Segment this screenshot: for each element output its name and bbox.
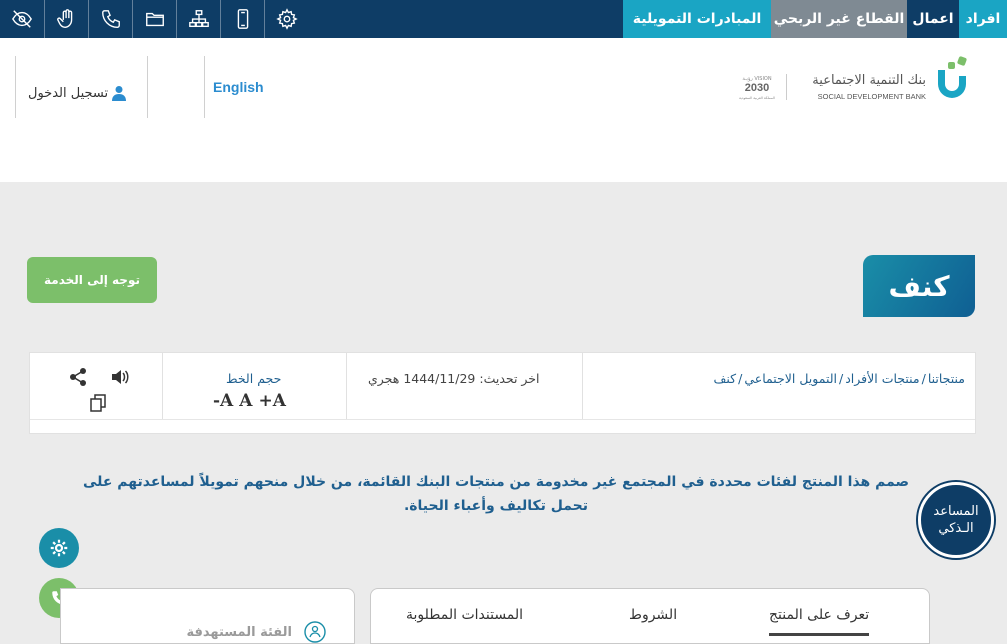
target-group-panel: الفئة المستهدفة	[60, 588, 355, 644]
utility-icons	[0, 0, 308, 38]
segment-tab-nonprofit[interactable]: القطاع غير الربحي	[771, 0, 907, 38]
tab-conditions[interactable]: الشروط	[629, 607, 677, 623]
info-divider	[162, 353, 163, 419]
share-icon[interactable]	[68, 367, 88, 387]
settings-fab[interactable]	[39, 528, 79, 568]
svg-text:المملكة العربية السعودية: المملكة العربية السعودية	[739, 96, 775, 100]
description-line: تحمل تكاليف وأعباء الحياة.	[403, 498, 589, 514]
info-divider	[582, 353, 583, 419]
font-size-controls: -A A +A	[213, 391, 286, 411]
product-tabs: تعرف على المنتج الشروط المستندات المطلوب…	[370, 588, 930, 644]
top-bar: افراد اعمال القطاع غير الربحي المبادرات …	[0, 0, 1007, 38]
breadcrumb-item[interactable]: التمويل الاجتماعي	[744, 371, 837, 386]
segment-tab-financing-initiatives[interactable]: المبادرات التمويلية	[623, 0, 771, 38]
breadcrumb-item[interactable]: منتجات الأفراد	[845, 371, 919, 386]
font-reset-button[interactable]: A	[239, 391, 252, 411]
go-to-service-button[interactable]: توجه إلى الخدمة	[27, 257, 157, 303]
eye-slash-icon[interactable]	[0, 0, 44, 38]
breadcrumb-separator: /	[921, 371, 926, 386]
login-link[interactable]: تسجيل الدخول	[28, 85, 127, 101]
user-icon	[112, 86, 127, 101]
assistant-label-line2: الـذكي	[938, 521, 974, 536]
sitemap-icon[interactable]	[176, 0, 220, 38]
info-divider	[346, 353, 347, 419]
mobile-icon[interactable]	[220, 0, 264, 38]
hand-icon[interactable]	[44, 0, 88, 38]
phone-icon[interactable]	[88, 0, 132, 38]
english-language-link[interactable]: English	[213, 79, 264, 95]
header-divider	[15, 56, 16, 118]
folder-icon[interactable]	[132, 0, 176, 38]
segment-tabs: افراد اعمال القطاع غير الربحي المبادرات …	[623, 0, 1007, 38]
smart-assistant-button[interactable]: المساعد الـذكي	[918, 482, 994, 558]
breadcrumb-separator: /	[839, 371, 844, 386]
font-size-label: حجم الخط	[226, 371, 282, 386]
last-updated-label: اخر تحديث:	[479, 371, 540, 386]
gear-icon[interactable]	[264, 0, 308, 38]
login-label: تسجيل الدخول	[28, 85, 109, 101]
breadcrumb-item-current: كنف	[713, 371, 737, 386]
assistant-label-line1: المساعد	[933, 504, 979, 519]
breadcrumb-item[interactable]: منتجاتنا	[928, 371, 965, 386]
page-title: كنف	[863, 255, 975, 317]
header-divider	[147, 56, 148, 118]
info-bottom-line	[30, 419, 975, 420]
gear-icon	[50, 539, 68, 557]
font-increase-button[interactable]: +A	[258, 391, 285, 411]
info-bar: منتجاتنا / منتجات الأفراد / التمويل الاج…	[29, 352, 976, 434]
bank-logo[interactable]: بنك التنمية الاجتماعية SOCIAL DEVELOPMEN…	[798, 54, 973, 106]
last-updated: اخر تحديث: 1444/11/29 هجري	[368, 371, 540, 386]
segment-tab-individuals[interactable]: افراد	[959, 0, 1007, 38]
logo-english-text: SOCIAL DEVELOPMENT BANK	[818, 92, 926, 101]
breadcrumb-separator: /	[738, 371, 743, 386]
description-line: صمم هذا المنتج لفئات محددة في المجتمع غي…	[82, 474, 910, 490]
last-updated-value: 1444/11/29 هجري	[368, 371, 476, 386]
logo-arabic-text: بنك التنمية الاجتماعية	[812, 73, 926, 88]
tab-required-documents[interactable]: المستندات المطلوبة	[406, 607, 523, 623]
breadcrumb: منتجاتنا / منتجات الأفراد / التمويل الاج…	[713, 371, 965, 386]
target-group-icon	[304, 621, 326, 643]
font-decrease-button[interactable]: -A	[213, 391, 233, 411]
svg-text:2030: 2030	[745, 82, 769, 94]
segment-tab-business[interactable]: اعمال	[907, 0, 959, 38]
vision-2030-logo: رؤيـة VISION 2030 المملكة العربية السعود…	[739, 76, 775, 100]
tab-about-product[interactable]: تعرف على المنتج	[769, 607, 870, 636]
product-description: صمم هذا المنتج لفئات محددة في المجتمع غي…	[60, 470, 932, 518]
speaker-icon[interactable]	[110, 367, 130, 387]
logo-divider	[786, 74, 787, 100]
site-header: بنك التنمية الاجتماعية SOCIAL DEVELOPMEN…	[0, 38, 1007, 182]
target-group-label: الفئة المستهدفة	[186, 625, 293, 640]
header-divider	[204, 56, 205, 118]
copy-icon[interactable]	[88, 393, 108, 413]
